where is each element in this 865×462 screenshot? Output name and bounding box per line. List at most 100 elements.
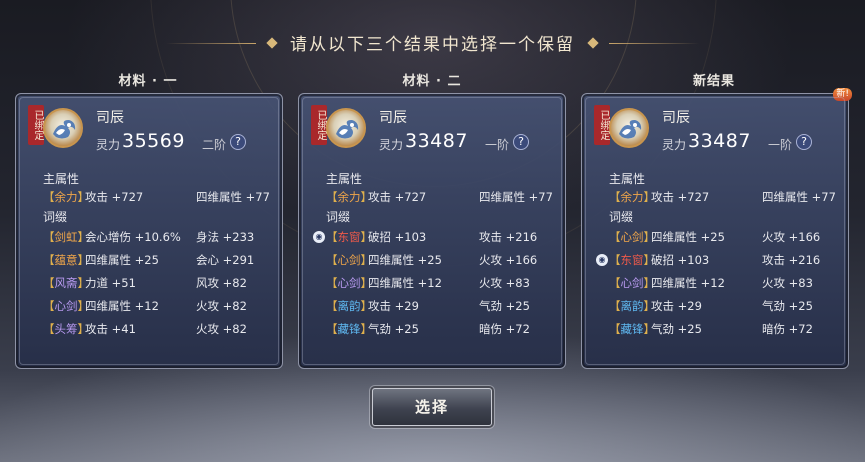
affix-value-2: 身法 +233 xyxy=(196,230,255,244)
affix-tag: 【心剑】 xyxy=(326,276,372,290)
power-label: 灵力 xyxy=(662,138,687,152)
power-value: 33487 xyxy=(405,130,468,152)
item-emblem-icon xyxy=(326,108,366,148)
title-diamond-right xyxy=(587,36,599,49)
title-ornament-right xyxy=(609,42,699,44)
main-attr-value-2: 四维属性 +77 xyxy=(196,190,270,204)
affix-title: 词缀 xyxy=(43,210,68,224)
main-attr-value-1: 攻击 +727 xyxy=(85,190,144,204)
column-title-material-1: 材料 · 一 xyxy=(118,74,178,89)
affix-value-2: 气劲 +25 xyxy=(479,299,530,313)
item-name: 司辰 xyxy=(379,110,407,126)
affix-tag: 【心剑】 xyxy=(609,276,655,290)
affix-value-1: 攻击 +29 xyxy=(368,299,419,313)
rank-label: 二阶 xyxy=(202,138,227,152)
affix-value-2: 火攻 +166 xyxy=(479,253,538,267)
main-attr-value-1: 攻击 +727 xyxy=(368,190,427,204)
affix-row[interactable]: 【心剑】 四维属性 +25 火攻 +166 xyxy=(326,252,561,270)
column-title-new-result: 新结果 xyxy=(692,74,735,89)
main-attr-title: 主属性 xyxy=(43,172,80,186)
affix-value-1: 力道 +51 xyxy=(85,276,136,290)
bound-badge: 已绑定 xyxy=(594,105,610,145)
affix-title: 词缀 xyxy=(326,210,351,224)
title-ornament-left xyxy=(166,42,256,44)
affix-value-1: 气劲 +25 xyxy=(651,322,702,336)
page-title: 请从以下三个结果中选择一个保留 xyxy=(166,30,699,55)
affix-tag: 【藏锋】 xyxy=(609,322,655,336)
affix-tag: 【东窗】 xyxy=(326,230,372,244)
item-emblem-icon xyxy=(609,108,649,148)
main-attr-value-2: 四维属性 +77 xyxy=(479,190,553,204)
affix-value-1: 四维属性 +12 xyxy=(368,276,442,290)
affix-tag: 【离韵】 xyxy=(609,299,655,313)
affix-row[interactable]: ◉ 【东窗】 破招 +103 攻击 +216 xyxy=(313,229,561,247)
card-material-2[interactable]: 已绑定 司辰 灵力 33487 一阶? 主属性 【余力】 攻击 +727 四维属性 +7… xyxy=(298,93,566,369)
main-attr-row: 【余力】 攻击 +727 四维属性 +77 xyxy=(609,189,844,207)
affix-tag: 【东窗】 xyxy=(609,253,655,267)
rank-label: 一阶 xyxy=(485,138,510,152)
select-button[interactable]: 选择 xyxy=(372,388,492,426)
affix-value-1: 破招 +103 xyxy=(651,253,710,267)
affix-value-1: 攻击 +41 xyxy=(85,322,136,336)
affix-value-2: 火攻 +82 xyxy=(196,322,247,336)
affix-row[interactable]: 【离韵】 攻击 +29 气劲 +25 xyxy=(609,298,844,316)
main-attr-title: 主属性 xyxy=(609,172,646,186)
affix-tag: 【心剑】 xyxy=(609,230,655,244)
affix-value-1: 四维属性 +25 xyxy=(85,253,159,267)
main-attr-value-1: 攻击 +727 xyxy=(651,190,710,204)
main-attr-tag: 【余力】 xyxy=(43,190,89,204)
affix-value-1: 攻击 +29 xyxy=(651,299,702,313)
affix-value-1: 四维属性 +12 xyxy=(651,276,725,290)
help-icon[interactable]: ? xyxy=(796,134,812,150)
rank-label: 一阶 xyxy=(768,138,793,152)
power-value: 33487 xyxy=(688,130,751,152)
affix-value-2: 会心 +291 xyxy=(196,253,255,267)
card-new-result[interactable]: 新! 已绑定 司辰 灵力 33487 一阶? 主属性 【余力】 攻击 +727 四维属性 … xyxy=(581,88,852,369)
affix-row[interactable]: 【风斋】 力道 +51 风攻 +82 xyxy=(43,275,278,293)
help-icon[interactable]: ? xyxy=(230,134,246,150)
affix-value-2: 火攻 +166 xyxy=(762,230,821,244)
affix-value-1: 会心增伤 +10.6% xyxy=(85,230,181,244)
affix-value-1: 破招 +103 xyxy=(368,230,427,244)
affix-row[interactable]: 【心剑】 四维属性 +12 火攻 +83 xyxy=(326,275,561,293)
affix-value-1: 四维属性 +25 xyxy=(368,253,442,267)
column-title-material-2: 材料 · 二 xyxy=(402,74,462,89)
card-material-1[interactable]: 已绑定 司辰 灵力 35569 二阶? 主属性 【余力】 攻击 +727 四维属性 +7… xyxy=(15,93,283,369)
affix-row[interactable]: 【剑虹】 会心增伤 +10.6% 身法 +233 xyxy=(43,229,278,247)
affix-value-2: 攻击 +216 xyxy=(762,253,821,267)
affix-value-1: 四维属性 +12 xyxy=(85,299,159,313)
affix-row[interactable]: 【心剑】 四维属性 +12 火攻 +83 xyxy=(609,275,844,293)
header: 请从以下三个结果中选择一个保留 xyxy=(0,30,865,55)
affix-tag: 【蕴意】 xyxy=(43,253,89,267)
affix-tag: 【心剑】 xyxy=(326,253,372,267)
affix-row[interactable]: ◉ 【东窗】 破招 +103 攻击 +216 xyxy=(596,252,844,270)
affix-tag: 【头筹】 xyxy=(43,322,89,336)
main-attr-row: 【余力】 攻击 +727 四维属性 +77 xyxy=(43,189,278,207)
help-icon[interactable]: ? xyxy=(513,134,529,150)
affix-tag: 【剑虹】 xyxy=(43,230,89,244)
affix-value-2: 火攻 +82 xyxy=(196,299,247,313)
affix-row[interactable]: 【藏锋】 气劲 +25 暗伤 +72 xyxy=(609,321,844,339)
main-attr-tag: 【余力】 xyxy=(609,190,655,204)
power-label: 灵力 xyxy=(96,138,121,152)
lock-icon: ◉ xyxy=(313,231,325,243)
affix-row[interactable]: 【头筹】 攻击 +41 火攻 +82 xyxy=(43,321,278,339)
affix-row[interactable]: 【蕴意】 四维属性 +25 会心 +291 xyxy=(43,252,278,270)
lock-icon: ◉ xyxy=(596,254,608,266)
affix-tag: 【离韵】 xyxy=(326,299,372,313)
title-diamond-left xyxy=(266,36,278,49)
power-value: 35569 xyxy=(122,130,185,152)
main-attr-title: 主属性 xyxy=(326,172,363,186)
affix-row[interactable]: 【离韵】 攻击 +29 气劲 +25 xyxy=(326,298,561,316)
affix-value-2: 火攻 +83 xyxy=(479,276,530,290)
affix-tag: 【藏锋】 xyxy=(326,322,372,336)
affix-tag: 【风斋】 xyxy=(43,276,89,290)
item-name: 司辰 xyxy=(662,110,690,126)
affix-value-2: 火攻 +83 xyxy=(762,276,813,290)
affix-row[interactable]: 【心剑】 四维属性 +25 火攻 +166 xyxy=(609,229,844,247)
affix-row[interactable]: 【心剑】 四维属性 +12 火攻 +82 xyxy=(43,298,278,316)
power-label: 灵力 xyxy=(379,138,404,152)
item-emblem-icon xyxy=(43,108,83,148)
affix-row[interactable]: 【藏锋】 气劲 +25 暗伤 +72 xyxy=(326,321,561,339)
affix-value-1: 气劲 +25 xyxy=(368,322,419,336)
